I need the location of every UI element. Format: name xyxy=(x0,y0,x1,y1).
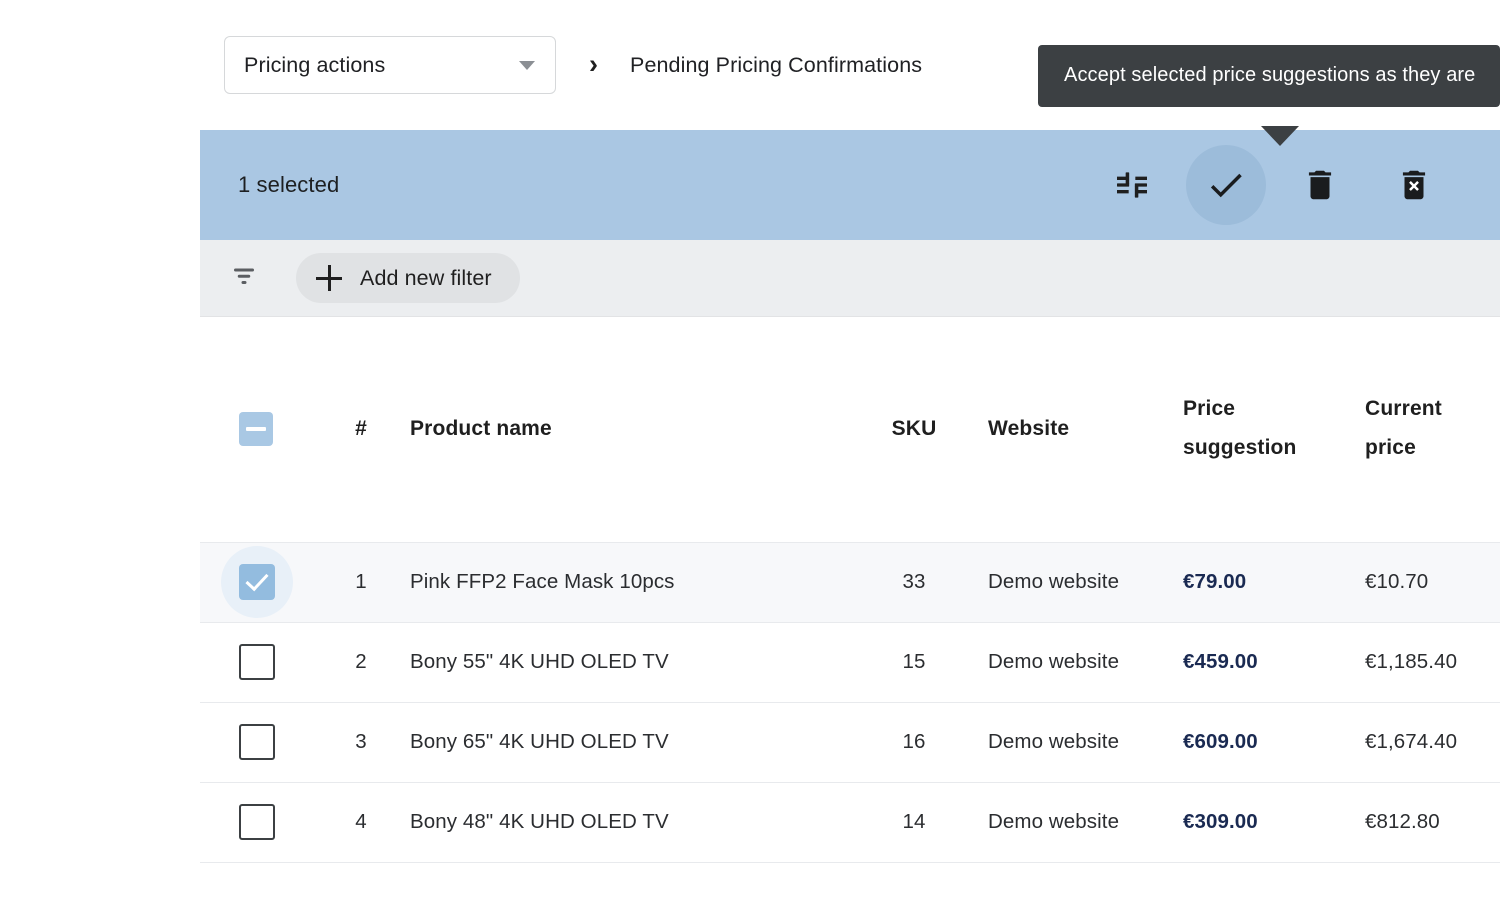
table-head: # Product name SKU Website Price suggest… xyxy=(200,317,1500,542)
column-header-product-name: Product name xyxy=(410,417,552,441)
row-sku: 16 xyxy=(902,730,926,753)
filter-bar: Add new filter xyxy=(200,240,1500,317)
pricing-table: # Product name SKU Website Price suggest… xyxy=(200,317,1500,863)
table-body: 1 Pink FFP2 Face Mask 10pcs 33 Demo webs… xyxy=(200,542,1500,862)
row-index: 4 xyxy=(355,810,367,833)
column-header-index: # xyxy=(355,417,367,441)
row-current-price: €10.70 xyxy=(1365,570,1429,593)
trash-icon xyxy=(1301,166,1339,204)
row-website: Demo website xyxy=(988,730,1120,753)
row-checkbox[interactable] xyxy=(239,644,275,680)
column-header-current-price-line2: price xyxy=(1365,436,1416,460)
pricing-actions-select[interactable]: Pricing actions xyxy=(224,36,556,94)
row-product-name: Pink FFP2 Face Mask 10pcs xyxy=(410,570,675,593)
selection-action-bar: 1 selected xyxy=(200,130,1500,240)
row-select-cell xyxy=(200,782,312,862)
add-new-filter-label: Add new filter xyxy=(360,265,492,290)
select-all-checkbox[interactable] xyxy=(239,412,273,447)
row-select-cell xyxy=(200,622,312,702)
accept-button-tooltip: Accept selected price suggestions as the… xyxy=(1038,45,1500,108)
filter-list-button[interactable] xyxy=(220,254,268,302)
breadcrumb-separator-icon: › xyxy=(589,48,598,79)
table-row[interactable]: 3 Bony 65" 4K UHD OLED TV 16 Demo websit… xyxy=(200,702,1500,782)
pricing-table-container: # Product name SKU Website Price suggest… xyxy=(200,317,1500,900)
row-checkbox[interactable] xyxy=(239,724,275,760)
selection-action-buttons xyxy=(1092,145,1454,225)
table-header-row: # Product name SKU Website Price suggest… xyxy=(200,317,1500,542)
delete-forever-button[interactable] xyxy=(1374,145,1454,225)
chevron-down-icon xyxy=(519,60,535,70)
row-sku: 33 xyxy=(902,570,926,593)
row-website: Demo website xyxy=(988,650,1120,673)
row-website: Demo website xyxy=(988,570,1120,593)
check-icon xyxy=(1205,164,1247,206)
select-all-header-cell xyxy=(200,317,312,542)
delete-selected-button[interactable] xyxy=(1280,145,1360,225)
row-product-name: Bony 55" 4K UHD OLED TV xyxy=(410,650,669,673)
column-header-website: Website xyxy=(988,417,1070,441)
row-price-suggestion: €79.00 xyxy=(1183,570,1247,593)
row-select-cell xyxy=(200,702,312,782)
column-header-price-suggestion-line1: Price xyxy=(1183,397,1236,421)
row-price-suggestion: €609.00 xyxy=(1183,730,1258,753)
table-row[interactable]: 2 Bony 55" 4K UHD OLED TV 15 Demo websit… xyxy=(200,622,1500,702)
row-select-cell xyxy=(200,542,312,622)
row-current-price: €812.80 xyxy=(1365,810,1440,833)
accept-price-suggestions-button[interactable] xyxy=(1186,145,1266,225)
breadcrumb-current-page: Pending Pricing Confirmations xyxy=(630,52,923,77)
tooltip-arrow xyxy=(1261,126,1299,146)
column-header-current-price: Current price xyxy=(1365,317,1500,542)
row-checkbox[interactable] xyxy=(239,804,275,840)
delete-forever-icon xyxy=(1395,166,1433,204)
selected-count-label: 1 selected xyxy=(238,172,340,197)
column-header-price-suggestion-line2: suggestion xyxy=(1183,436,1297,460)
column-header-price-suggestion: Price suggestion xyxy=(1183,317,1365,542)
row-price-suggestion: €309.00 xyxy=(1183,810,1258,833)
filter-list-icon xyxy=(229,261,259,296)
adjust-price-suggestions-button[interactable] xyxy=(1092,145,1172,225)
row-current-price: €1,674.40 xyxy=(1365,730,1458,753)
row-index: 3 xyxy=(355,730,367,753)
row-price-suggestion: €459.00 xyxy=(1183,650,1258,673)
pricing-actions-select-value: Pricing actions xyxy=(244,52,386,77)
column-header-current-price-line1: Current xyxy=(1365,397,1442,421)
row-product-name: Bony 48" 4K UHD OLED TV xyxy=(410,810,669,833)
row-product-name: Bony 65" 4K UHD OLED TV xyxy=(410,730,669,753)
table-row[interactable]: 1 Pink FFP2 Face Mask 10pcs 33 Demo webs… xyxy=(200,542,1500,622)
table-row[interactable]: 4 Bony 48" 4K UHD OLED TV 14 Demo websit… xyxy=(200,782,1500,862)
row-website: Demo website xyxy=(988,810,1120,833)
column-header-sku: SKU xyxy=(891,417,937,441)
row-current-price: €1,185.40 xyxy=(1365,650,1458,673)
row-sku: 14 xyxy=(902,810,926,833)
row-index: 2 xyxy=(355,650,367,673)
row-checkbox[interactable] xyxy=(239,564,275,600)
plus-icon xyxy=(316,265,342,291)
add-new-filter-button[interactable]: Add new filter xyxy=(296,253,520,303)
row-sku: 15 xyxy=(902,650,926,673)
row-index: 1 xyxy=(355,570,367,593)
tune-icon xyxy=(1112,165,1152,205)
page-root: Pricing actions › Pending Pricing Confir… xyxy=(0,0,1500,900)
